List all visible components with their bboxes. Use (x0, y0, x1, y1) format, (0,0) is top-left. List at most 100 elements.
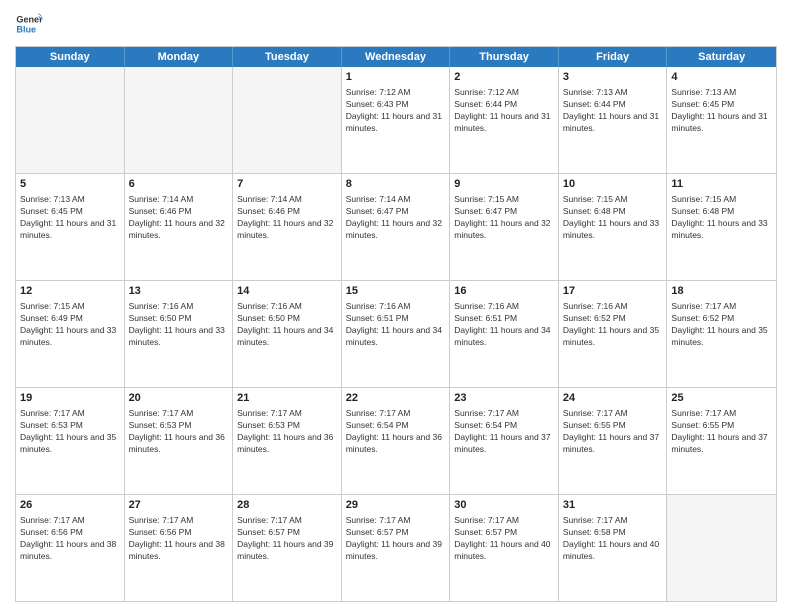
calendar-cell: 27Sunrise: 7:17 AMSunset: 6:56 PMDayligh… (125, 495, 234, 601)
calendar: SundayMondayTuesdayWednesdayThursdayFrid… (15, 46, 777, 602)
calendar-cell: 5 Sunrise: 7:13 AMSunset: 6:45 PMDaylight… (16, 174, 125, 280)
day-number: 4 (671, 70, 772, 85)
calendar-cell: 16 Sunrise: 7:16 AMSunset: 6:51 PMDayligh… (450, 281, 559, 387)
cell-info: Sunrise: 7:17 AMSunset: 6:55 PMDaylight:… (563, 408, 663, 456)
day-number: 11 (671, 177, 772, 192)
page: General Blue SundayMondayTuesdayWednesda… (0, 0, 792, 612)
calendar-cell: 24 Sunrise: 7:17 AMSunset: 6:55 PMDayligh… (559, 388, 668, 494)
cell-info: Sunrise: 7:17 AMSunset: 6:52 PMDaylight:… (671, 301, 772, 349)
weekday-header: Tuesday (233, 47, 342, 67)
calendar-cell: 18Sunrise: 7:17 AMSunset: 6:52 PMDayligh… (667, 281, 776, 387)
cell-info: Sunrise: 7:16 AMSunset: 6:51 PMDaylight:… (346, 301, 446, 349)
cell-info: Sunrise: 7:14 AMSunset: 6:46 PMDaylight:… (129, 194, 229, 242)
calendar-row: 12Sunrise: 7:15 AMSunset: 6:49 PMDayligh… (16, 281, 776, 388)
day-number: 31 (563, 498, 663, 513)
cell-info: Sunrise: 7:16 AMSunset: 6:50 PMDaylight:… (237, 301, 337, 349)
cell-info: Sunrise: 7:14 AMSunset: 6:46 PMDaylight:… (237, 194, 337, 242)
day-number: 3 (563, 70, 663, 85)
cell-info: Sunrise: 7:17 AMSunset: 6:55 PMDaylight:… (671, 408, 772, 456)
calendar-cell: 10 Sunrise: 7:15 AMSunset: 6:48 PMDayligh… (559, 174, 668, 280)
calendar-cell: 19 Sunrise: 7:17 AMSunset: 6:53 PMDayligh… (16, 388, 125, 494)
weekday-header: Wednesday (342, 47, 451, 67)
cell-info: Sunrise: 7:17 AMSunset: 6:56 PMDaylight:… (20, 515, 120, 563)
day-number: 8 (346, 177, 446, 192)
calendar-cell: 28 Sunrise: 7:17 AMSunset: 6:57 PMDayligh… (233, 495, 342, 601)
calendar-row: 1 Sunrise: 7:12 AMSunset: 6:43 PMDaylight… (16, 67, 776, 174)
calendar-cell: 29Sunrise: 7:17 AMSunset: 6:57 PMDayligh… (342, 495, 451, 601)
cell-info: Sunrise: 7:17 AMSunset: 6:53 PMDaylight:… (20, 408, 120, 456)
calendar-cell (125, 67, 234, 173)
day-number: 25 (671, 391, 772, 406)
calendar-row: 26 Sunrise: 7:17 AMSunset: 6:56 PMDayligh… (16, 495, 776, 601)
day-number: 15 (346, 284, 446, 299)
day-number: 1 (346, 70, 446, 85)
calendar-cell: 6 Sunrise: 7:14 AMSunset: 6:46 PMDaylight… (125, 174, 234, 280)
calendar-cell: 30 Sunrise: 7:17 AMSunset: 6:57 PMDayligh… (450, 495, 559, 601)
weekday-header: Thursday (450, 47, 559, 67)
day-number: 2 (454, 70, 554, 85)
day-number: 16 (454, 284, 554, 299)
day-number: 30 (454, 498, 554, 513)
calendar-cell: 4 Sunrise: 7:13 AMSunset: 6:45 PMDaylight… (667, 67, 776, 173)
cell-info: Sunrise: 7:13 AMSunset: 6:44 PMDaylight:… (563, 87, 663, 135)
calendar-cell: 25 Sunrise: 7:17 AMSunset: 6:55 PMDayligh… (667, 388, 776, 494)
day-number: 14 (237, 284, 337, 299)
cell-info: Sunrise: 7:16 AMSunset: 6:50 PMDaylight:… (129, 301, 229, 349)
calendar-cell: 11 Sunrise: 7:15 AMSunset: 6:48 PMDayligh… (667, 174, 776, 280)
day-number: 19 (20, 391, 120, 406)
cell-info: Sunrise: 7:14 AMSunset: 6:47 PMDaylight:… (346, 194, 446, 242)
cell-info: Sunrise: 7:13 AMSunset: 6:45 PMDaylight:… (671, 87, 772, 135)
calendar-cell: 9Sunrise: 7:15 AMSunset: 6:47 PMDaylight… (450, 174, 559, 280)
weekday-header: Sunday (16, 47, 125, 67)
calendar-body: 1 Sunrise: 7:12 AMSunset: 6:43 PMDaylight… (16, 67, 776, 601)
calendar-cell: 7 Sunrise: 7:14 AMSunset: 6:46 PMDaylight… (233, 174, 342, 280)
calendar-cell: 2 Sunrise: 7:12 AMSunset: 6:44 PMDaylight… (450, 67, 559, 173)
day-number: 6 (129, 177, 229, 192)
calendar-cell: 14 Sunrise: 7:16 AMSunset: 6:50 PMDayligh… (233, 281, 342, 387)
cell-info: Sunrise: 7:17 AMSunset: 6:57 PMDaylight:… (454, 515, 554, 563)
calendar-row: 5 Sunrise: 7:13 AMSunset: 6:45 PMDaylight… (16, 174, 776, 281)
svg-text:Blue: Blue (16, 24, 36, 34)
logo-icon: General Blue (15, 10, 43, 38)
calendar-cell: 1 Sunrise: 7:12 AMSunset: 6:43 PMDaylight… (342, 67, 451, 173)
day-number: 26 (20, 498, 120, 513)
calendar-cell: 31Sunrise: 7:17 AMSunset: 6:58 PMDayligh… (559, 495, 668, 601)
day-number: 23 (454, 391, 554, 406)
cell-info: Sunrise: 7:15 AMSunset: 6:49 PMDaylight:… (20, 301, 120, 349)
cell-info: Sunrise: 7:12 AMSunset: 6:44 PMDaylight:… (454, 87, 554, 135)
header: General Blue (15, 10, 777, 38)
calendar-cell: 21 Sunrise: 7:17 AMSunset: 6:53 PMDayligh… (233, 388, 342, 494)
day-number: 7 (237, 177, 337, 192)
calendar-cell (233, 67, 342, 173)
day-number: 22 (346, 391, 446, 406)
cell-info: Sunrise: 7:15 AMSunset: 6:48 PMDaylight:… (671, 194, 772, 242)
cell-info: Sunrise: 7:16 AMSunset: 6:51 PMDaylight:… (454, 301, 554, 349)
cell-info: Sunrise: 7:12 AMSunset: 6:43 PMDaylight:… (346, 87, 446, 135)
day-number: 21 (237, 391, 337, 406)
calendar-header: SundayMondayTuesdayWednesdayThursdayFrid… (16, 47, 776, 67)
calendar-cell: 20Sunrise: 7:17 AMSunset: 6:53 PMDayligh… (125, 388, 234, 494)
day-number: 20 (129, 391, 229, 406)
day-number: 10 (563, 177, 663, 192)
cell-info: Sunrise: 7:15 AMSunset: 6:47 PMDaylight:… (454, 194, 554, 242)
weekday-header: Saturday (667, 47, 776, 67)
calendar-cell: 13Sunrise: 7:16 AMSunset: 6:50 PMDayligh… (125, 281, 234, 387)
logo: General Blue (15, 10, 47, 38)
cell-info: Sunrise: 7:15 AMSunset: 6:48 PMDaylight:… (563, 194, 663, 242)
cell-info: Sunrise: 7:17 AMSunset: 6:54 PMDaylight:… (454, 408, 554, 456)
calendar-cell: 12Sunrise: 7:15 AMSunset: 6:49 PMDayligh… (16, 281, 125, 387)
weekday-header: Friday (559, 47, 668, 67)
day-number: 29 (346, 498, 446, 513)
calendar-cell: 22 Sunrise: 7:17 AMSunset: 6:54 PMDayligh… (342, 388, 451, 494)
calendar-cell: 15 Sunrise: 7:16 AMSunset: 6:51 PMDayligh… (342, 281, 451, 387)
calendar-cell: 3 Sunrise: 7:13 AMSunset: 6:44 PMDaylight… (559, 67, 668, 173)
calendar-cell: 26 Sunrise: 7:17 AMSunset: 6:56 PMDayligh… (16, 495, 125, 601)
day-number: 5 (20, 177, 120, 192)
day-number: 24 (563, 391, 663, 406)
cell-info: Sunrise: 7:17 AMSunset: 6:54 PMDaylight:… (346, 408, 446, 456)
cell-info: Sunrise: 7:17 AMSunset: 6:53 PMDaylight:… (237, 408, 337, 456)
cell-info: Sunrise: 7:16 AMSunset: 6:52 PMDaylight:… (563, 301, 663, 349)
cell-info: Sunrise: 7:17 AMSunset: 6:57 PMDaylight:… (237, 515, 337, 563)
cell-info: Sunrise: 7:13 AMSunset: 6:45 PMDaylight:… (20, 194, 120, 242)
day-number: 28 (237, 498, 337, 513)
